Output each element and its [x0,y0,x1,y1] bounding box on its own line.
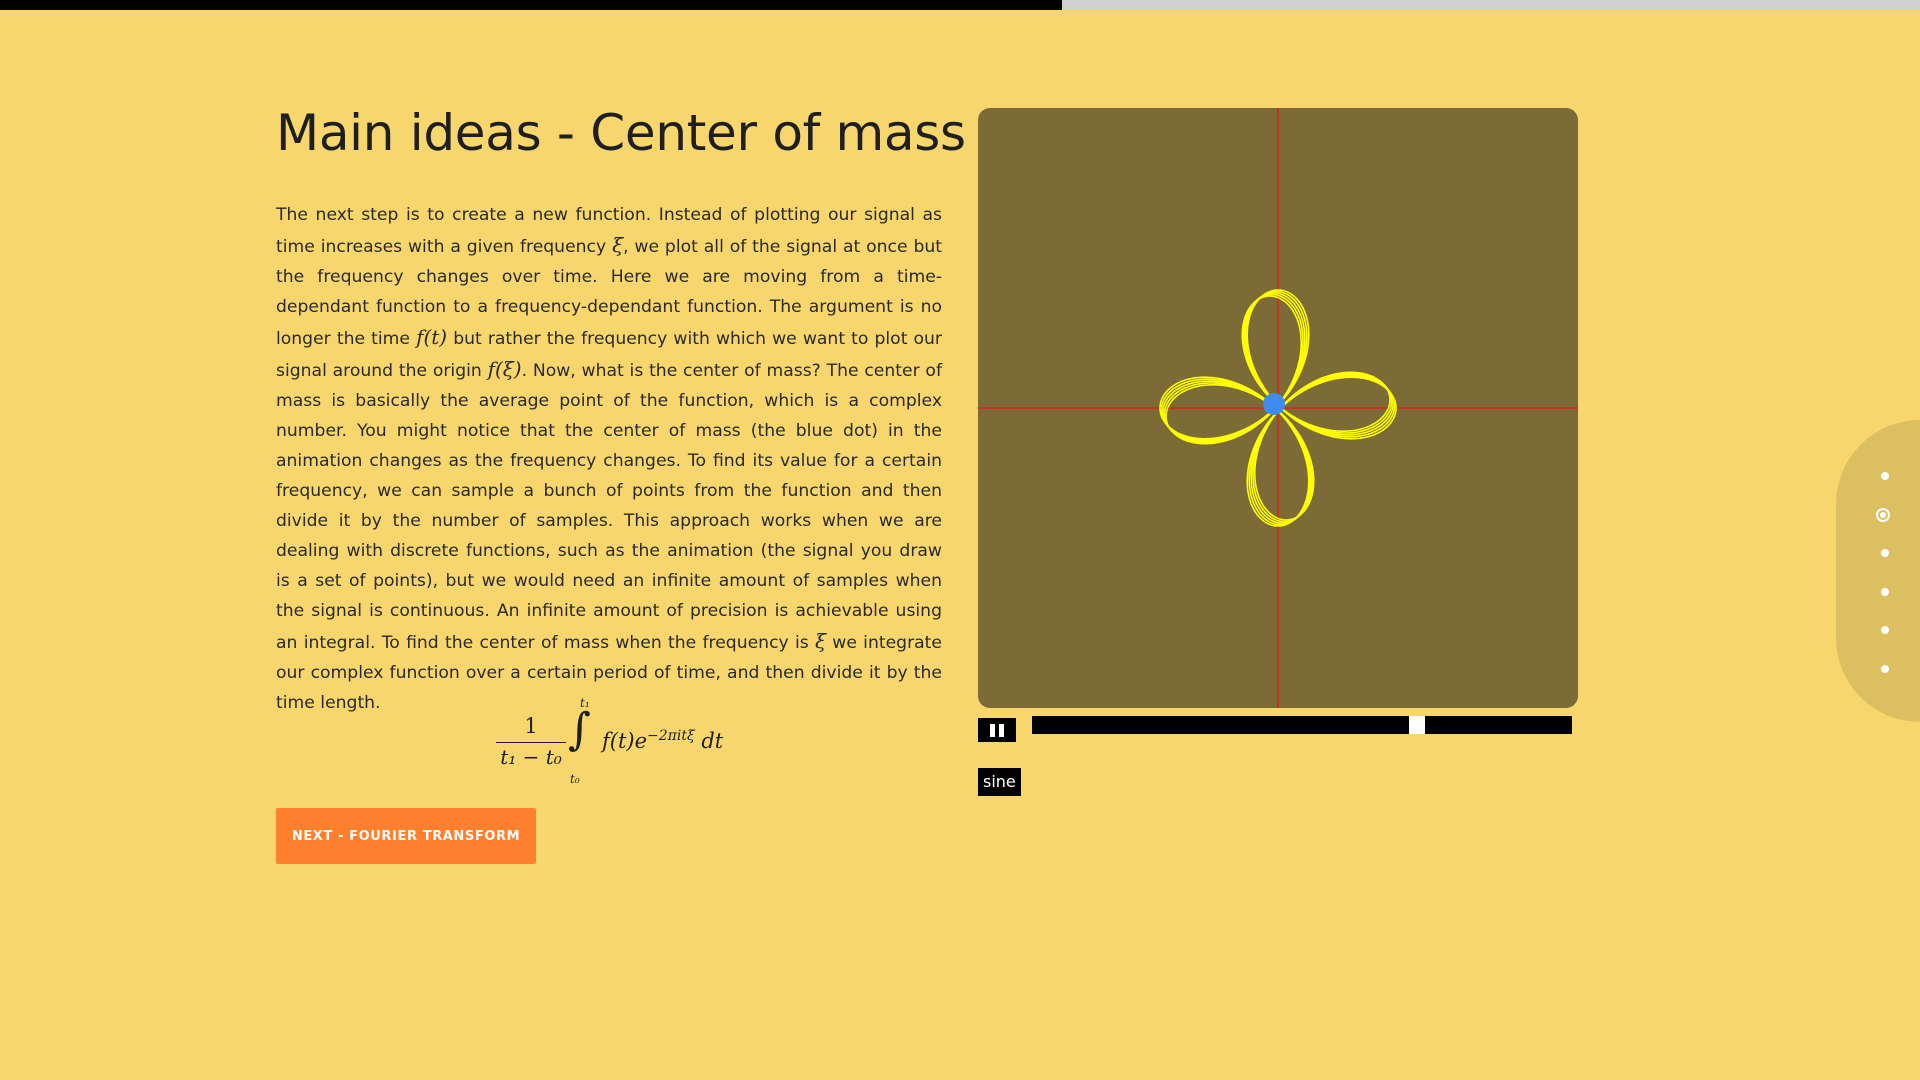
integrand-base: f(t)e [602,729,648,753]
nav-dot[interactable] [1881,664,1889,673]
nav-dot[interactable] [1881,626,1889,634]
center-of-mass-dot [1263,393,1285,415]
xi-symbol: ξ [612,233,624,257]
formula-integrand: f(t)e−2πitξ dt [602,728,723,753]
pause-icon-bar [990,724,995,737]
fraction-bar [496,742,566,743]
nav-dot[interactable] [1881,587,1889,596]
nav-dot[interactable] [1881,472,1889,480]
slide-navigation [1836,420,1920,722]
integral-sign: ∫ [568,704,591,755]
f-of-t-expression: f(t) [416,325,448,349]
f-of-xi-expression: f(ξ) [487,357,522,381]
presentation-progress-bar [0,0,1920,10]
pause-icon-bar [999,724,1004,737]
integrand-exponent: −2πitξ [647,728,695,744]
slide-title: Main ideas - Center of mass [276,104,966,162]
presentation-progress-fill [0,0,1062,10]
winding-animation-canvas[interactable] [978,108,1578,708]
frequency-slider[interactable] [1032,716,1572,734]
xi-symbol: ξ [814,629,826,653]
next-fourier-transform-button[interactable]: NEXT - FOURIER TRANSFORM [276,808,536,864]
nav-dot[interactable] [1881,549,1889,557]
integrand-differential: dt [694,729,724,753]
center-of-mass-formula: 1 t₁ − t₀ t₁ ∫ t₀ f(t)e−2πitξ dt [496,696,736,792]
pause-button[interactable] [978,718,1016,742]
integral-lower-limit: t₀ [570,772,580,786]
waveform-selector[interactable]: sine [978,768,1021,796]
nav-dot-active[interactable] [1876,507,1890,522]
slide-body-text: The next step is to create a new functio… [276,200,942,718]
body-text-segment: . Now, what is the center of mass? The c… [276,361,942,653]
frequency-slider-thumb[interactable] [1409,716,1426,734]
formula-denominator: t₁ − t₀ [500,745,562,769]
formula-numerator: 1 [524,714,538,738]
winding-animation-svg [978,108,1578,708]
formula-fraction: 1 t₁ − t₀ [496,714,566,769]
